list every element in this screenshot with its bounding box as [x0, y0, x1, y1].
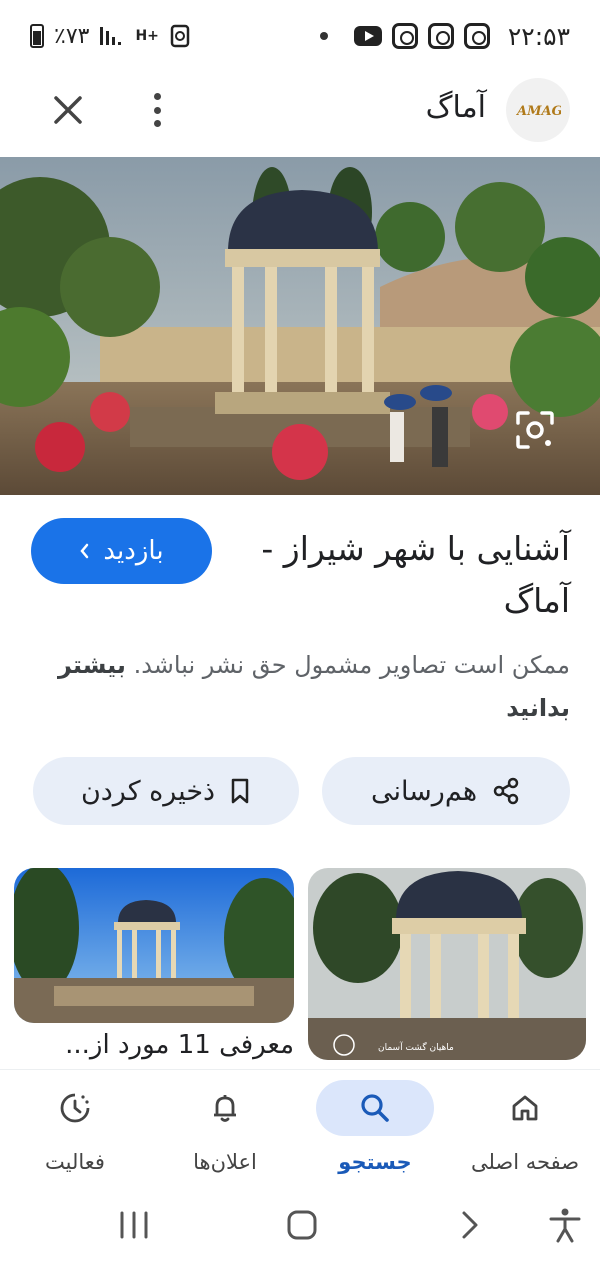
nav-notifications-pill [166, 1080, 284, 1136]
nav-activity-pill [16, 1080, 134, 1136]
nav-activity[interactable]: فعالیت [0, 1070, 150, 1193]
svg-text:AMAG: AMAG [515, 104, 561, 119]
youtube-icon [353, 26, 382, 46]
status-right: ۲۲:۵۳ [319, 21, 570, 51]
nav-search-pill [316, 1080, 434, 1136]
google-lens-icon[interactable] [510, 405, 560, 455]
nav-home-label: صفحه اصلی [470, 1150, 580, 1174]
close-icon[interactable] [46, 88, 90, 132]
visit-label: بازدید [103, 536, 164, 566]
back-icon[interactable] [450, 1205, 490, 1245]
nav-notifications[interactable]: اعلان‌ها [150, 1070, 300, 1193]
battery-level: ٪۷۳ [54, 23, 90, 49]
battery-icon [30, 24, 44, 48]
accessibility-icon[interactable] [545, 1205, 585, 1245]
site-logo[interactable]: AMAG [506, 78, 570, 142]
instagram-icon [391, 23, 418, 49]
notification-dot [319, 32, 328, 40]
related-image[interactable] [14, 868, 294, 1023]
related-caption[interactable]: معرفی 11 مورد از... [44, 1030, 294, 1060]
nav-activity-label: فعالیت [45, 1150, 105, 1174]
visit-button[interactable]: بازدید [31, 518, 212, 584]
share-icon [493, 777, 519, 805]
bell-icon [214, 1095, 236, 1122]
share-button[interactable]: هم‌رسانی [322, 757, 570, 825]
bookmark-icon [231, 778, 249, 804]
chevron-right-icon [80, 543, 89, 559]
more-options-icon[interactable] [145, 90, 169, 130]
recent-apps-icon[interactable] [114, 1205, 154, 1245]
related-image[interactable]: ماهیان گشت آسمان [308, 868, 586, 1060]
hero-image[interactable] [0, 157, 600, 495]
nav-notifications-label: اعلان‌ها [193, 1150, 257, 1174]
clock: ۲۲:۵۳ [507, 21, 570, 51]
save-label: ذخیره کردن [80, 775, 216, 807]
network-type: H+ [135, 28, 159, 44]
search-icon [361, 1094, 389, 1122]
system-navigation-bar [0, 1193, 600, 1267]
home-button-icon[interactable] [282, 1205, 322, 1245]
nav-search-label: جستجو [338, 1150, 412, 1174]
watermark-text: ماهیان گشت آسمان [378, 1041, 454, 1053]
status-bar: ٪۷۳ H+ ۲۲:۵۳ [0, 0, 600, 72]
image-viewer-header: AMAG آماگ [0, 72, 600, 154]
site-name[interactable]: آماگ [426, 90, 486, 125]
copyright-notice: ممکن است تصاویر مشمول حق نشر نباشد. بیشت… [30, 644, 570, 730]
signal-icon [100, 27, 122, 45]
share-label: هم‌رسانی [370, 775, 478, 807]
notice-text: ممکن است تصاویر مشمول حق نشر نباشد. [133, 651, 570, 679]
bottom-navigation: صفحه اصلی جستجو اعلان‌ها فعالیت [0, 1070, 600, 1193]
activity-icon [60, 1093, 90, 1123]
nav-home[interactable]: صفحه اصلی [450, 1070, 600, 1193]
status-left: ٪۷۳ H+ [30, 24, 191, 49]
home-icon [512, 1095, 538, 1121]
nav-home-pill [466, 1080, 584, 1136]
recycle-icon [170, 24, 190, 48]
instagram-icon [463, 23, 490, 49]
instagram-icon [427, 23, 454, 49]
result-title: آشنایی با شهر شیراز - آماگ [261, 529, 570, 620]
nav-search[interactable]: جستجو [300, 1070, 450, 1193]
save-button[interactable]: ذخیره کردن [33, 757, 299, 825]
